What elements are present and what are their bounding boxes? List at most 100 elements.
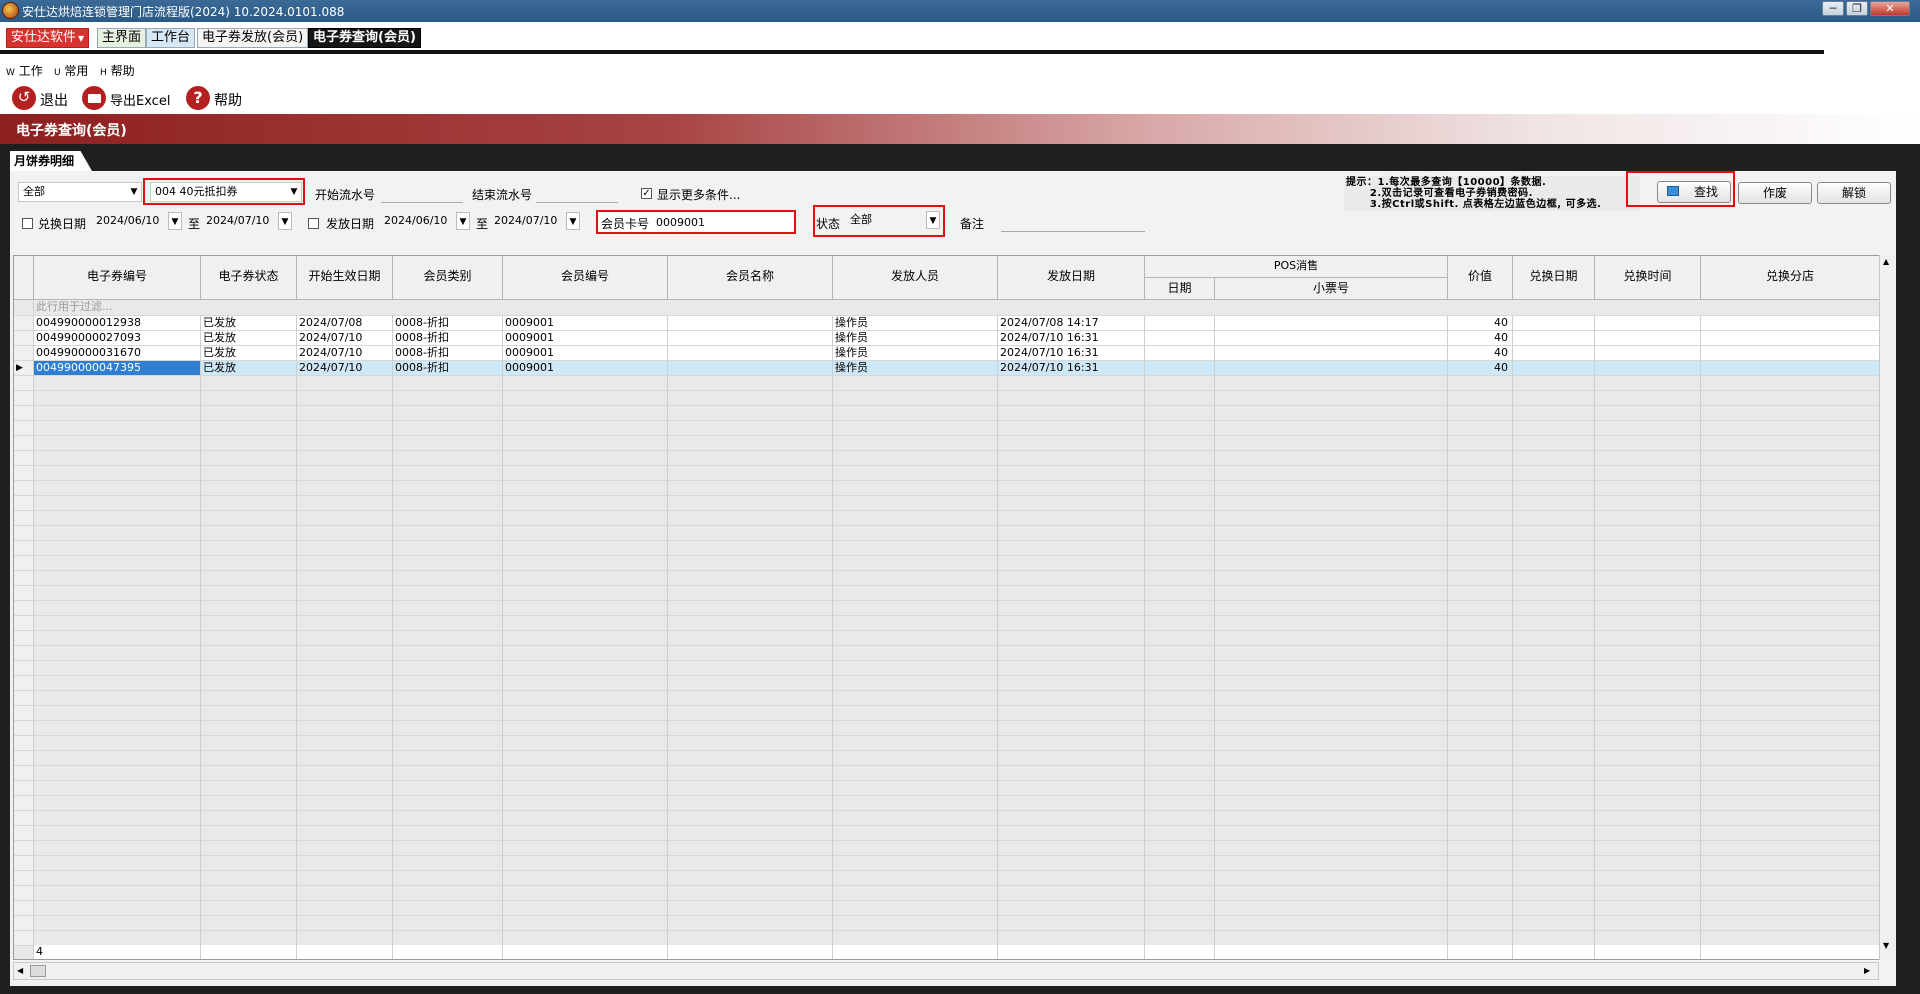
empty-cell[interactable] bbox=[201, 406, 297, 421]
empty-cell[interactable] bbox=[1701, 616, 1879, 631]
empty-cell[interactable] bbox=[833, 856, 998, 871]
row-indicator[interactable] bbox=[14, 751, 34, 766]
empty-cell[interactable] bbox=[503, 691, 668, 706]
empty-cell[interactable] bbox=[833, 736, 998, 751]
empty-cell[interactable] bbox=[503, 931, 668, 946]
row-indicator[interactable] bbox=[14, 331, 34, 346]
empty-cell[interactable] bbox=[1448, 811, 1513, 826]
empty-cell[interactable] bbox=[1448, 841, 1513, 856]
empty-cell[interactable] bbox=[1701, 451, 1879, 466]
empty-cell[interactable] bbox=[201, 676, 297, 691]
empty-cell[interactable] bbox=[1145, 901, 1215, 916]
empty-cell[interactable] bbox=[668, 436, 833, 451]
empty-cell[interactable] bbox=[503, 421, 668, 436]
empty-cell[interactable] bbox=[1145, 931, 1215, 946]
empty-cell[interactable] bbox=[833, 751, 998, 766]
empty-cell[interactable] bbox=[1215, 751, 1448, 766]
empty-cell[interactable] bbox=[393, 601, 503, 616]
empty-cell[interactable] bbox=[1513, 526, 1595, 541]
empty-cell[interactable] bbox=[1448, 406, 1513, 421]
empty-cell[interactable] bbox=[297, 811, 393, 826]
restore-button[interactable]: ❐ bbox=[1846, 1, 1868, 16]
empty-cell[interactable] bbox=[503, 631, 668, 646]
empty-cell[interactable] bbox=[393, 901, 503, 916]
empty-cell[interactable] bbox=[833, 406, 998, 421]
empty-cell[interactable] bbox=[1215, 796, 1448, 811]
empty-cell[interactable] bbox=[1448, 571, 1513, 586]
row-indicator[interactable] bbox=[14, 826, 34, 841]
table-cell[interactable] bbox=[1145, 346, 1215, 361]
row-indicator[interactable] bbox=[14, 721, 34, 736]
empty-cell[interactable] bbox=[833, 631, 998, 646]
empty-cell[interactable] bbox=[393, 421, 503, 436]
empty-cell[interactable] bbox=[1701, 526, 1879, 541]
table-cell[interactable] bbox=[1215, 346, 1448, 361]
column-header[interactable]: 小票号 bbox=[1215, 278, 1448, 300]
empty-cell[interactable] bbox=[1701, 901, 1879, 916]
empty-cell[interactable] bbox=[1145, 916, 1215, 931]
calendar-dropdown-icon[interactable]: ▼ bbox=[168, 212, 182, 230]
table-cell[interactable] bbox=[1595, 331, 1701, 346]
empty-cell[interactable] bbox=[1145, 571, 1215, 586]
empty-cell[interactable] bbox=[297, 511, 393, 526]
empty-cell[interactable] bbox=[668, 466, 833, 481]
empty-cell[interactable] bbox=[668, 706, 833, 721]
empty-cell[interactable] bbox=[1595, 466, 1701, 481]
empty-cell[interactable] bbox=[668, 496, 833, 511]
empty-cell[interactable] bbox=[393, 481, 503, 496]
empty-cell[interactable] bbox=[297, 751, 393, 766]
empty-cell[interactable] bbox=[1513, 796, 1595, 811]
empty-cell[interactable] bbox=[1595, 496, 1701, 511]
empty-cell[interactable] bbox=[1701, 556, 1879, 571]
empty-cell[interactable] bbox=[297, 601, 393, 616]
empty-cell[interactable] bbox=[998, 571, 1145, 586]
row-indicator[interactable] bbox=[14, 616, 34, 631]
empty-cell[interactable] bbox=[1145, 841, 1215, 856]
empty-cell[interactable] bbox=[1448, 586, 1513, 601]
column-header[interactable]: 开始生效日期 bbox=[297, 256, 393, 300]
table-cell[interactable] bbox=[1513, 361, 1595, 376]
scroll-up-icon[interactable]: ▲ bbox=[1883, 257, 1889, 266]
empty-cell[interactable] bbox=[1215, 916, 1448, 931]
empty-cell[interactable] bbox=[201, 391, 297, 406]
empty-cell[interactable] bbox=[34, 811, 201, 826]
empty-cell[interactable] bbox=[201, 871, 297, 886]
empty-cell[interactable] bbox=[1595, 451, 1701, 466]
row-indicator[interactable] bbox=[14, 796, 34, 811]
empty-cell[interactable] bbox=[393, 691, 503, 706]
empty-cell[interactable] bbox=[393, 556, 503, 571]
empty-cell[interactable] bbox=[503, 736, 668, 751]
empty-cell[interactable] bbox=[1215, 721, 1448, 736]
empty-cell[interactable] bbox=[1145, 646, 1215, 661]
empty-cell[interactable] bbox=[1513, 916, 1595, 931]
empty-cell[interactable] bbox=[393, 676, 503, 691]
empty-cell[interactable] bbox=[503, 751, 668, 766]
column-header[interactable]: 兑换时间 bbox=[1595, 256, 1701, 300]
empty-cell[interactable] bbox=[1145, 811, 1215, 826]
empty-cell[interactable] bbox=[1145, 511, 1215, 526]
table-cell[interactable]: 0008-折扣 bbox=[393, 361, 503, 376]
empty-cell[interactable] bbox=[1448, 916, 1513, 931]
empty-cell[interactable] bbox=[1513, 676, 1595, 691]
empty-cell[interactable] bbox=[34, 421, 201, 436]
table-cell[interactable]: 2024/07/10 16:31 bbox=[998, 331, 1145, 346]
empty-cell[interactable] bbox=[1448, 886, 1513, 901]
row-indicator[interactable]: ▶ bbox=[14, 361, 34, 376]
empty-cell[interactable] bbox=[201, 796, 297, 811]
row-indicator[interactable] bbox=[14, 436, 34, 451]
empty-cell[interactable] bbox=[297, 931, 393, 946]
empty-cell[interactable] bbox=[1701, 421, 1879, 436]
void-button[interactable]: 作废 bbox=[1738, 182, 1812, 204]
empty-cell[interactable] bbox=[1595, 886, 1701, 901]
table-cell[interactable]: 40 bbox=[1448, 316, 1513, 331]
table-cell[interactable] bbox=[1701, 316, 1879, 331]
empty-cell[interactable] bbox=[1513, 646, 1595, 661]
empty-cell[interactable] bbox=[998, 691, 1145, 706]
table-cell[interactable]: 0008-折扣 bbox=[393, 331, 503, 346]
row-indicator[interactable] bbox=[14, 916, 34, 931]
empty-cell[interactable] bbox=[503, 511, 668, 526]
empty-cell[interactable] bbox=[201, 421, 297, 436]
empty-cell[interactable] bbox=[1145, 436, 1215, 451]
empty-cell[interactable] bbox=[34, 616, 201, 631]
row-indicator[interactable] bbox=[14, 376, 34, 391]
